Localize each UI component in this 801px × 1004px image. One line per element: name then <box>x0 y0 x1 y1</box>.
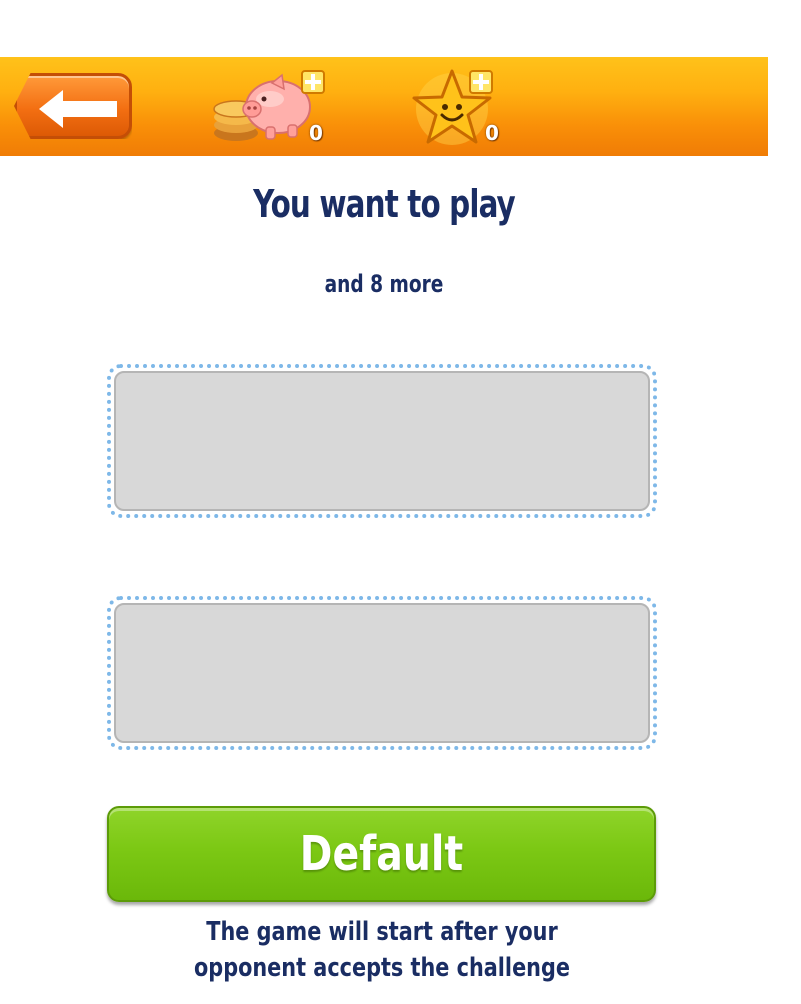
coins-count: 0 <box>309 121 323 145</box>
default-button[interactable]: Default <box>107 806 656 902</box>
player-slot-1[interactable] <box>107 364 657 518</box>
player-slot-1-placeholder <box>114 371 650 511</box>
player-slot-2[interactable] <box>107 596 657 750</box>
coins-counter[interactable]: 0 <box>212 63 332 151</box>
start-info-text: The game will start after your opponent … <box>194 917 570 983</box>
default-button-label: Default <box>299 826 464 882</box>
player-slot-2-placeholder <box>114 603 650 743</box>
page-title: You want to play <box>253 182 516 226</box>
stars-counter[interactable]: 0 <box>410 63 510 151</box>
top-bar: 0 0 <box>0 57 768 156</box>
subtitle: and 8 more <box>324 270 444 298</box>
arrow-left-icon <box>39 90 117 128</box>
stars-count: 0 <box>485 121 499 145</box>
back-button[interactable] <box>14 73 132 139</box>
